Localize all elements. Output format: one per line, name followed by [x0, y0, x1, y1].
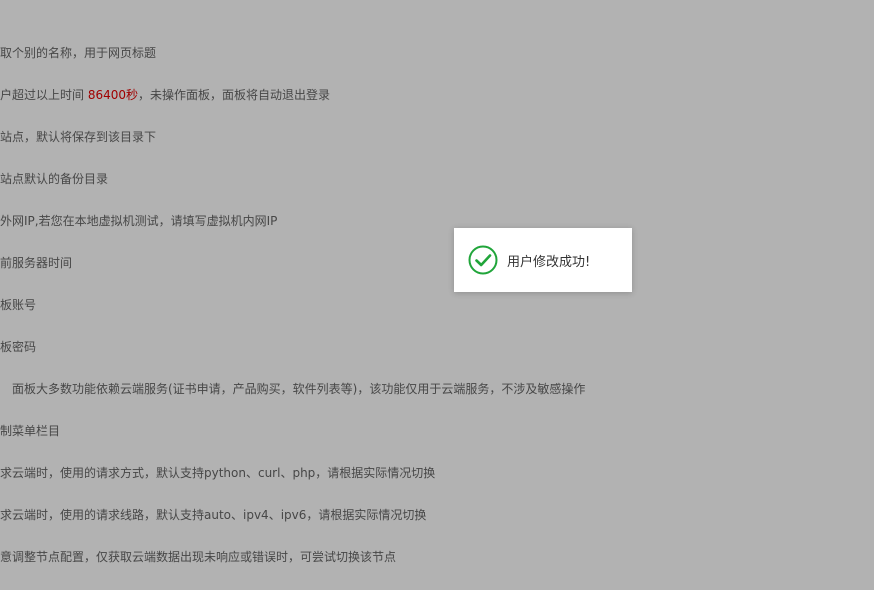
success-check-icon — [468, 245, 498, 275]
modal-overlay[interactable] — [0, 0, 874, 590]
success-toast: 用户修改成功! — [454, 228, 632, 292]
toast-message: 用户修改成功! — [507, 254, 591, 270]
